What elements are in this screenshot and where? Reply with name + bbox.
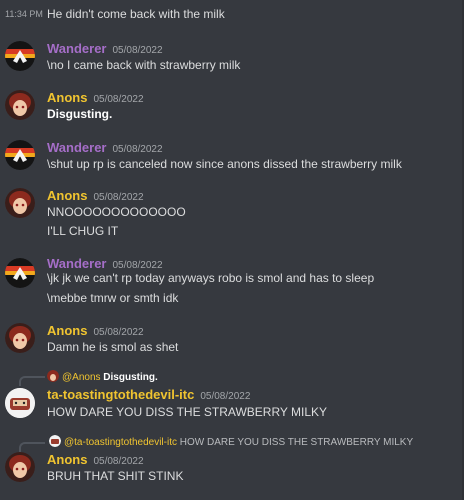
reply-connector [19,376,45,386]
message-text: Damn he is smol as shet [47,340,179,354]
message-item: @ta-toastingtothedevil-itc HOW DARE YOU … [0,434,464,494]
anons-avatar[interactable] [5,188,35,218]
username[interactable]: Anons 05/08/2022 [47,90,144,105]
reply-preview[interactable]: @ta-toastingtothedevil-itc HOW DARE YOU … [49,435,413,448]
message-item: @Anons Disgusting. ta-toastingtothedevil… [0,368,464,432]
message-item: Anons 05/08/2022 NNOOOOOOOOOOOOO I'LL CHU… [0,185,464,243]
message-text: \jk jk we can't rp today anyways robo is… [47,271,375,285]
message-date: 05/08/2022 [93,456,144,467]
message-text: BRUH THAT SHIT STINK [47,469,184,483]
reply-connector [19,442,45,452]
reply-mention[interactable]: @ta-toastingtothedevil-itc [64,437,177,448]
username[interactable]: Wanderer 05/08/2022 [47,140,163,155]
username[interactable]: Anons 05/08/2022 [47,188,144,203]
message-text: NNOOOOOOOOOOOOO [47,205,186,219]
message-item: Wanderer 05/08/2022 \jk jk we can't rp to… [0,254,464,312]
message-item: Anons 05/08/2022 Disgusting. [0,88,464,128]
reply-text: HOW DARE YOU DISS THE STRAWBERRY MILKY [179,437,414,448]
chat-log: 11:34 PM He didn't come back with the mi… [0,0,464,500]
wanderer-avatar[interactable] [5,140,35,170]
toasting-mini-avatar [49,435,61,447]
message-date: 05/08/2022 [93,94,144,105]
message-time: 11:34 PM [5,9,43,19]
message-date: 05/08/2022 [93,327,144,338]
message-item: Anons 05/08/2022 Damn he is smol as shet [0,321,464,361]
message-text: \mebbe tmrw or smth idk [47,291,179,305]
reply-preview[interactable]: @Anons Disgusting. [47,370,158,383]
message-continuation: 11:34 PM He didn't come back with the mi… [0,0,464,26]
username[interactable]: Anons 05/08/2022 [47,452,144,467]
username[interactable]: ta-toastingtothedevil-itc 05/08/2022 [47,387,250,402]
message-text: I'LL CHUG IT [47,224,119,238]
username[interactable]: Wanderer 05/08/2022 [47,256,163,271]
reply-text: Disgusting. [103,372,158,383]
toasting-avatar[interactable] [5,388,35,418]
anons-avatar[interactable] [5,323,35,353]
message-text: \shut up rp is canceled now since anons … [47,157,402,171]
message-text: Disgusting. [47,107,113,121]
wanderer-avatar[interactable] [5,41,35,71]
message-text: He didn't come back with the milk [47,7,225,21]
anons-mini-avatar [47,370,59,382]
username[interactable]: Anons 05/08/2022 [47,323,144,338]
message-item: Wanderer 05/08/2022 \no I came back with … [0,38,464,78]
message-date: 05/08/2022 [112,144,163,155]
message-text: \no I came back with strawberry milk [47,58,241,72]
anons-avatar[interactable] [5,90,35,120]
anons-avatar[interactable] [5,452,35,482]
message-item: Wanderer 05/08/2022 \shut up rp is cancel… [0,137,464,177]
message-date: 05/08/2022 [93,192,144,203]
username[interactable]: Wanderer 05/08/2022 [47,41,163,56]
reply-mention[interactable]: @Anons [62,372,101,383]
message-date: 05/08/2022 [112,260,163,271]
message-date: 05/08/2022 [112,45,163,56]
message-date: 05/08/2022 [200,391,251,402]
wanderer-avatar[interactable] [5,258,35,288]
message-text: HOW DARE YOU DISS THE STRAWBERRY MILKY [47,405,328,419]
